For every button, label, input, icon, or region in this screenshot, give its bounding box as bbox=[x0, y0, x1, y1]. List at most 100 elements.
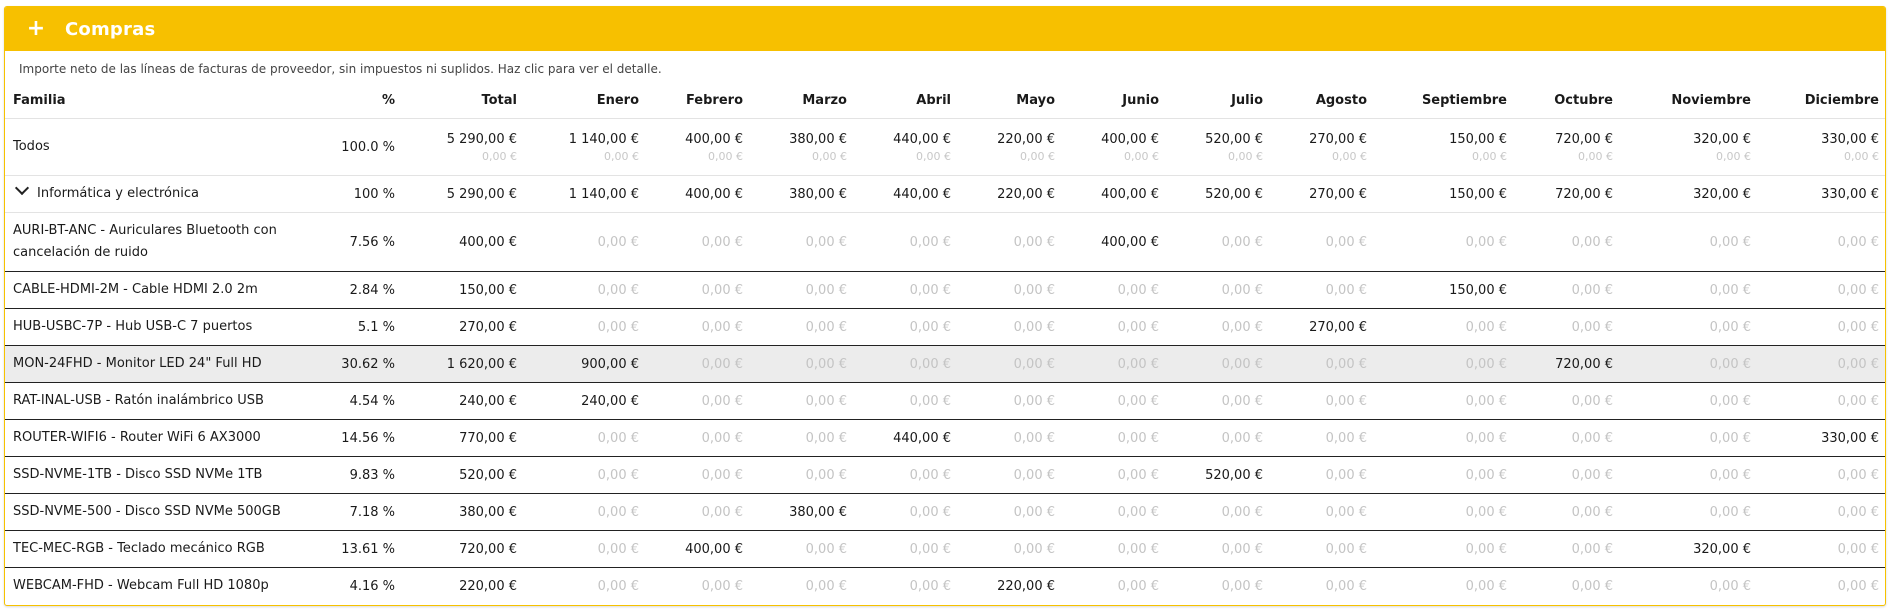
item-month-cell: 0,00 € bbox=[855, 345, 959, 383]
item-month-cell: 0,00 € bbox=[855, 382, 959, 420]
table-row[interactable]: TEC-MEC-RGB - Teclado mecánico RGB 13.61 … bbox=[5, 530, 1885, 568]
item-month-cell: 0,00 € bbox=[1571, 578, 1613, 594]
item-month-cell: 0,00 € bbox=[1271, 212, 1375, 272]
total-row-month-sub: 0,00 € bbox=[1332, 149, 1367, 163]
group-row-cell[interactable]: Informática y electrónica bbox=[5, 175, 311, 213]
column-header-month: Mayo bbox=[959, 82, 1063, 119]
item-month-cell: 0,00 € bbox=[1063, 345, 1167, 383]
item-month-cell: 0,00 € bbox=[1167, 345, 1271, 383]
group-row-label: Informática y electrónica bbox=[37, 186, 199, 201]
table-row[interactable]: SSD-NVME-500 - Disco SSD NVMe 500GB 7.18 … bbox=[5, 493, 1885, 531]
total-row-month-cell: 330,00 € 0,00 € bbox=[1759, 118, 1885, 176]
item-month-cell: 0,00 € bbox=[1465, 578, 1507, 594]
item-month-cell: 0,00 € bbox=[959, 419, 1063, 457]
item-label: CABLE-HDMI-2M - Cable HDMI 2.0 2m bbox=[5, 271, 311, 309]
item-month-cell: 0,00 € bbox=[1063, 382, 1167, 420]
item-month-cell: 150,00 € bbox=[1375, 271, 1515, 309]
item-month-cell: 0,00 € bbox=[1063, 419, 1167, 457]
total-row-month-sub: 0,00 € bbox=[916, 149, 951, 163]
column-header-month: Junio bbox=[1063, 82, 1167, 119]
item-month-cell: 0,00 € bbox=[525, 271, 647, 309]
table-row[interactable]: WEBCAM-FHD - Webcam Full HD 1080p 4.16 % 2… bbox=[5, 568, 1885, 605]
total-row-month-value: 400,00 € bbox=[685, 131, 743, 147]
total-row-month-cell: 520,00 € 0,00 € bbox=[1167, 118, 1271, 176]
item-month-cell: 0,00 € bbox=[1063, 456, 1167, 494]
column-header-pct: % bbox=[311, 82, 403, 119]
column-header-month: Septiembre bbox=[1375, 82, 1515, 119]
item-month-cell: 0,00 € bbox=[1117, 578, 1159, 594]
table-row[interactable]: ROUTER-WIFI6 - Router WiFi 6 AX3000 14.56… bbox=[5, 419, 1885, 457]
item-month-cell: 0,00 € bbox=[1167, 382, 1271, 420]
item-month-cell: 0,00 € bbox=[1063, 271, 1167, 309]
item-label: AURI-BT-ANC - Auriculares Bluetooth con … bbox=[5, 212, 311, 272]
item-month-cell: 0,00 € bbox=[1375, 212, 1515, 272]
total-row-month-cell: 720,00 € 0,00 € bbox=[1515, 118, 1621, 176]
table-row[interactable]: RAT-INAL-USB - Ratón inalámbrico USB 4.54… bbox=[5, 382, 1885, 420]
table-row[interactable]: HUB-USBC-7P - Hub USB-C 7 puertos 5.1 % 27… bbox=[5, 308, 1885, 346]
item-month-cell: 270,00 € bbox=[1271, 308, 1375, 346]
item-month-cell: 0,00 € bbox=[1621, 212, 1759, 272]
item-month-cell: 0,00 € bbox=[855, 456, 959, 494]
item-month-cell: 0,00 € bbox=[1759, 382, 1885, 420]
item-label: RAT-INAL-USB - Ratón inalámbrico USB bbox=[5, 382, 311, 420]
table-row[interactable]: SSD-NVME-1TB - Disco SSD NVMe 1TB 9.83 % 5… bbox=[5, 456, 1885, 494]
item-month-cell: 0,00 € bbox=[855, 308, 959, 346]
plus-icon[interactable]: + bbox=[25, 18, 47, 40]
group-row-total: 5 290,00 € bbox=[403, 175, 525, 213]
table-row[interactable]: MON-24FHD - Monitor LED 24" Full HD 30.62… bbox=[5, 345, 1885, 383]
panel-header[interactable]: + Compras bbox=[5, 7, 1885, 51]
item-month-cell: 0,00 € bbox=[1515, 456, 1621, 494]
item-month-cell: 0,00 € bbox=[909, 578, 951, 594]
total-row-month-sub: 0,00 € bbox=[604, 149, 639, 163]
panel-description: Importe neto de las líneas de facturas d… bbox=[19, 62, 662, 76]
item-month-cell: 900,00 € bbox=[525, 345, 647, 383]
item-label: TEC-MEC-RGB - Teclado mecánico RGB bbox=[5, 530, 311, 568]
item-label: MON-24FHD - Monitor LED 24" Full HD bbox=[5, 345, 311, 383]
item-label: SSD-NVME-1TB - Disco SSD NVMe 1TB bbox=[5, 456, 311, 494]
item-month-cell: 320,00 € bbox=[1621, 530, 1759, 568]
total-row-month-value: 380,00 € bbox=[789, 131, 847, 147]
item-total: 270,00 € bbox=[403, 308, 525, 346]
item-month-cell: 0,00 € bbox=[1221, 578, 1263, 594]
item-pct: 7.18 % bbox=[311, 493, 403, 531]
item-total: 1 620,00 € bbox=[403, 345, 525, 383]
item-month-cell: 0,00 € bbox=[647, 345, 751, 383]
table-row[interactable]: AURI-BT-ANC - Auriculares Bluetooth con … bbox=[5, 212, 1885, 272]
group-row-month-cell: 520,00 € bbox=[1167, 175, 1271, 213]
item-month-cell: 0,00 € bbox=[525, 530, 647, 568]
total-row-month-sub: 0,00 € bbox=[1844, 149, 1879, 163]
group-row-month-cell: 720,00 € bbox=[1515, 175, 1621, 213]
column-header-month: Julio bbox=[1167, 82, 1271, 119]
total-row-month-value: 330,00 € bbox=[1821, 131, 1879, 147]
group-row-month-cell: 150,00 € bbox=[1375, 175, 1515, 213]
total-row-month-sub: 0,00 € bbox=[1124, 149, 1159, 163]
compras-panel: + Compras Importe neto de las líneas de … bbox=[4, 6, 1886, 606]
item-total: 770,00 € bbox=[403, 419, 525, 457]
item-month-cell: 0,00 € bbox=[1167, 419, 1271, 457]
item-month-cell: 0,00 € bbox=[1063, 530, 1167, 568]
column-header-month: Agosto bbox=[1271, 82, 1375, 119]
item-month-cell: 0,00 € bbox=[855, 530, 959, 568]
chevron-down-icon[interactable] bbox=[14, 180, 30, 196]
item-month-cell: 0,00 € bbox=[1375, 456, 1515, 494]
item-month-cell: 0,00 € bbox=[751, 271, 855, 309]
item-month-cell: 0,00 € bbox=[647, 308, 751, 346]
item-total: 240,00 € bbox=[403, 382, 525, 420]
item-month-cell: 0,00 € bbox=[1271, 419, 1375, 457]
item-pct: 30.62 % bbox=[311, 345, 403, 383]
item-month-cell: 0,00 € bbox=[647, 493, 751, 531]
item-month-cell: 0,00 € bbox=[1271, 456, 1375, 494]
total-row-month-cell: 1 140,00 € 0,00 € bbox=[525, 118, 647, 176]
total-row-total: 5 290,00 € 0,00 € bbox=[403, 118, 525, 176]
item-month-cell: 0,00 € bbox=[751, 530, 855, 568]
group-row-month-cell: 400,00 € bbox=[647, 175, 751, 213]
item-month-cell: 0,00 € bbox=[1759, 345, 1885, 383]
item-month-cell: 0,00 € bbox=[959, 345, 1063, 383]
item-month-cell: 0,00 € bbox=[1375, 308, 1515, 346]
item-month-cell: 0,00 € bbox=[1063, 308, 1167, 346]
table-row[interactable]: CABLE-HDMI-2M - Cable HDMI 2.0 2m 2.84 % 1… bbox=[5, 271, 1885, 309]
item-month-cell: 0,00 € bbox=[1515, 212, 1621, 272]
group-row[interactable]: Informática y electrónica 100 % 5 290,00… bbox=[5, 175, 1885, 213]
group-row-month-cell: 1 140,00 € bbox=[525, 175, 647, 213]
item-month-cell: 0,00 € bbox=[1621, 382, 1759, 420]
